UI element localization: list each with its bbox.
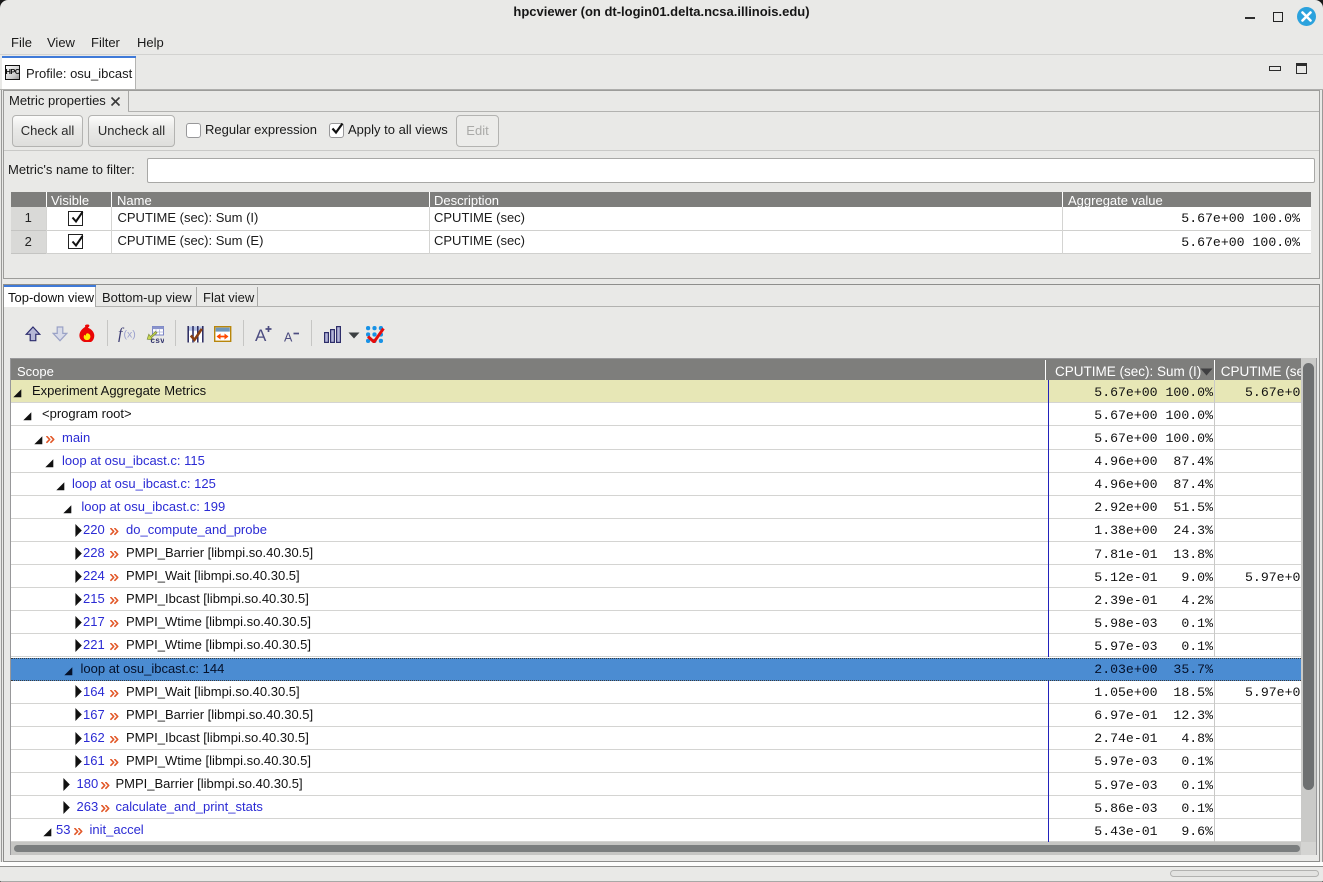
svg-text:A: A: [284, 331, 293, 343]
svg-text:A: A: [255, 326, 267, 342]
svg-text:csv: csv: [151, 335, 165, 342]
svg-text:(x): (x): [124, 329, 136, 341]
